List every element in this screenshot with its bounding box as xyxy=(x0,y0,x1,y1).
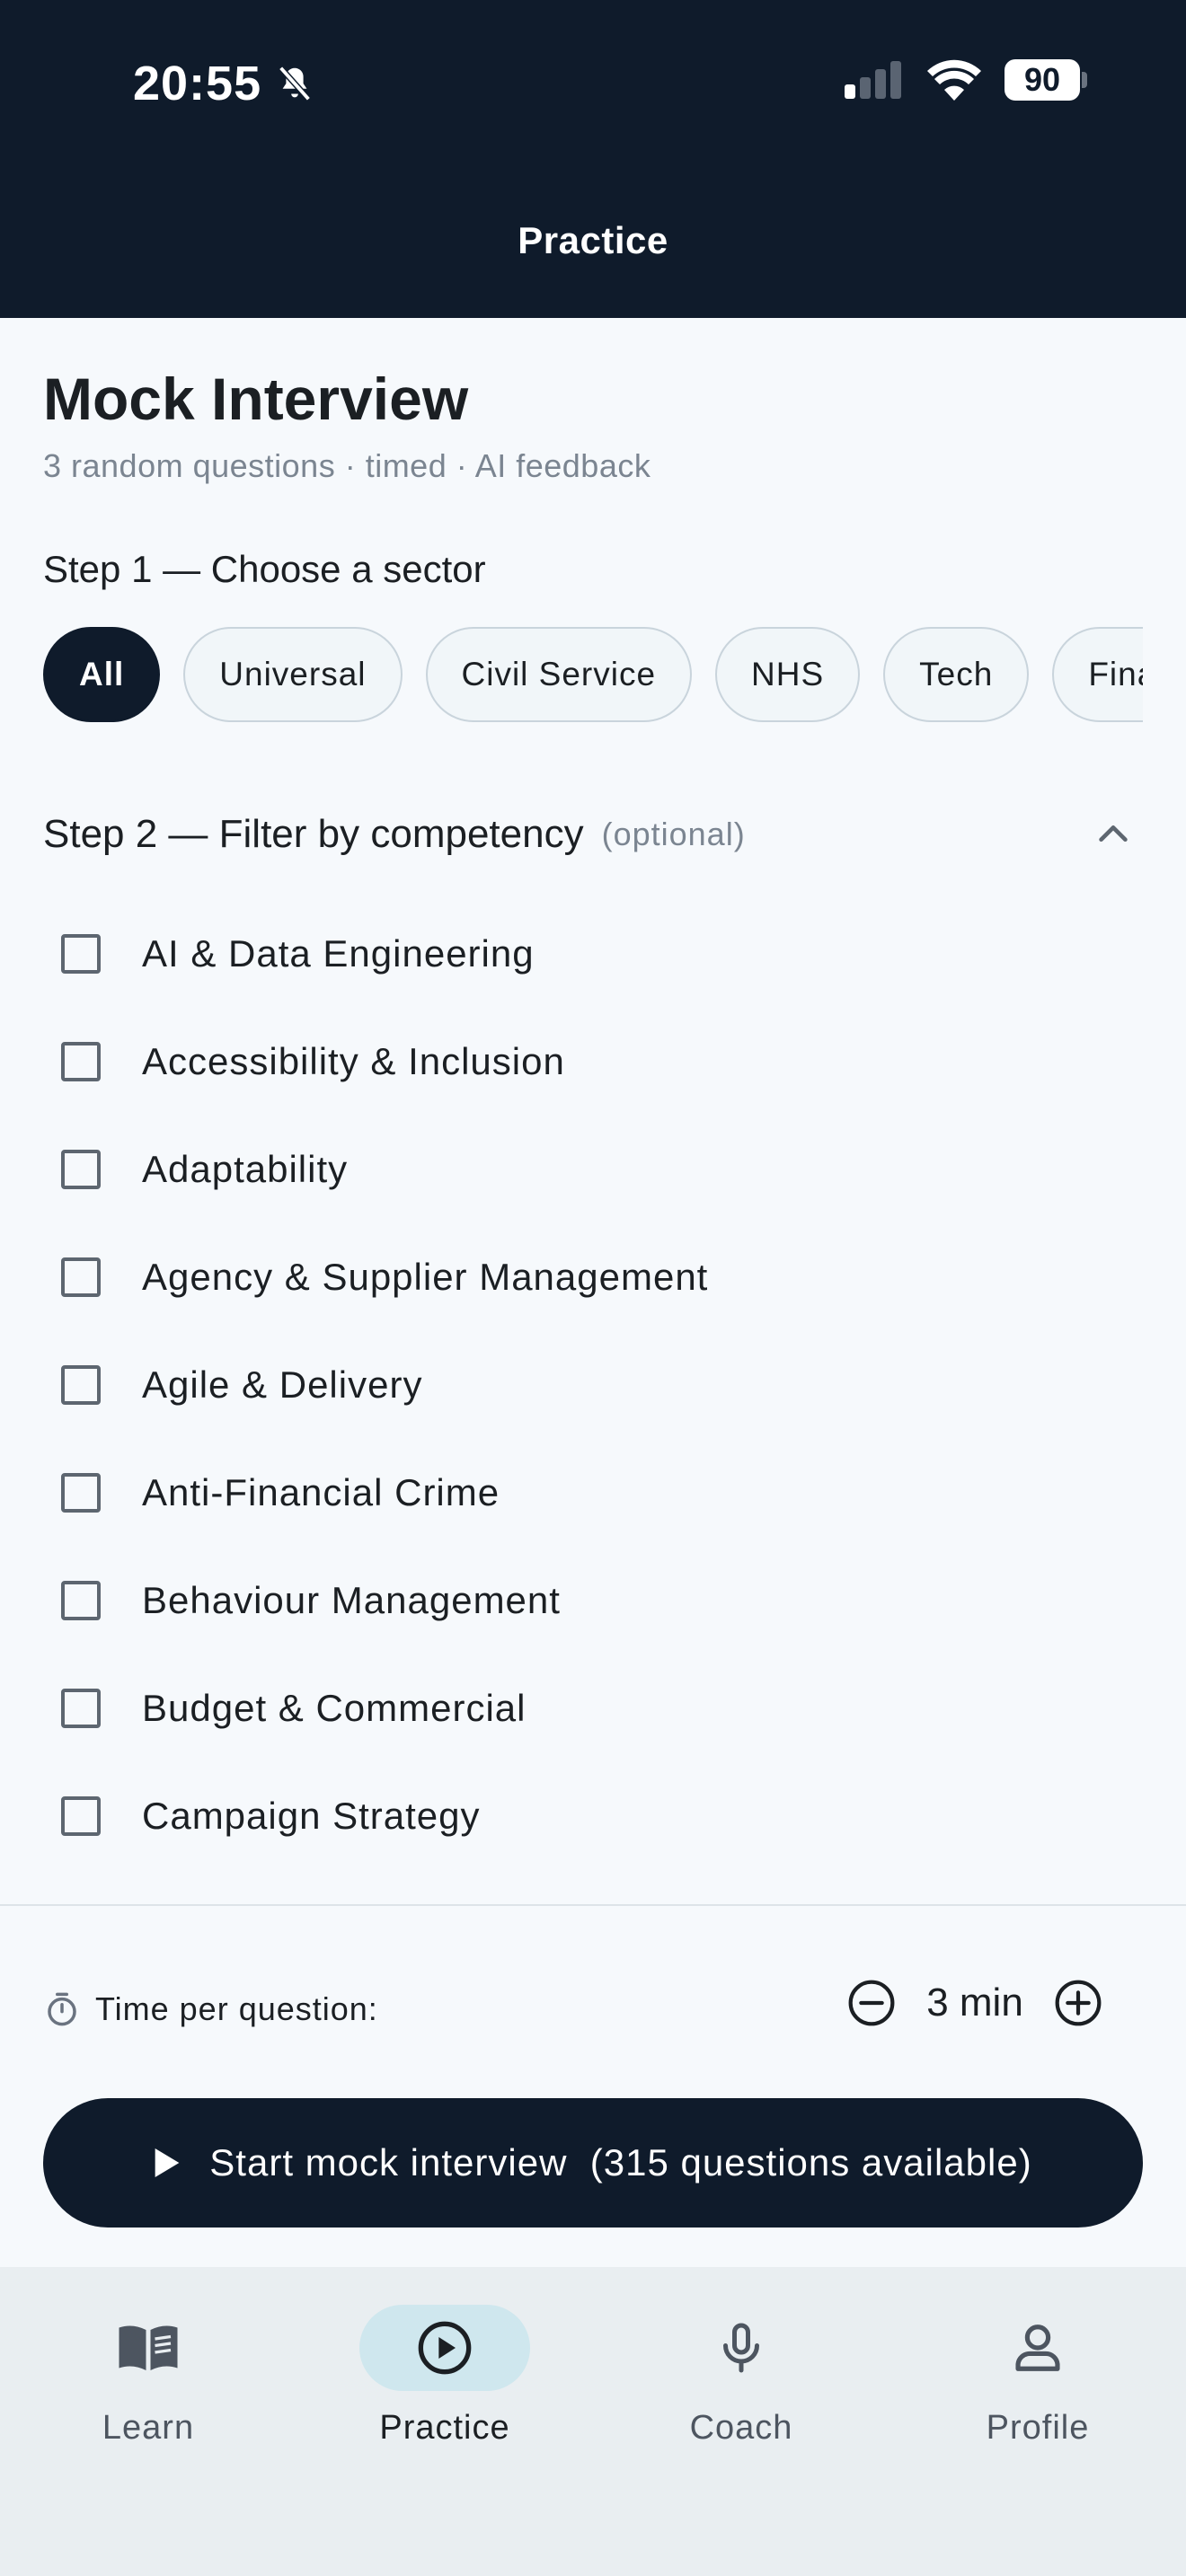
wifi-icon xyxy=(927,59,981,101)
microphone-icon xyxy=(723,2323,759,2373)
page-header-title: Practice xyxy=(518,219,668,261)
time-per-question-row: Time per question: 3 min xyxy=(43,1969,1143,2050)
nav-label-profile: Profile xyxy=(986,2409,1090,2447)
competency-label: AI & Data Engineering xyxy=(142,932,535,975)
checkbox[interactable] xyxy=(61,1257,101,1297)
nav-label-practice: Practice xyxy=(379,2409,510,2447)
nav-icon-container xyxy=(63,2305,234,2391)
competency-item[interactable]: Accessibility & Inclusion xyxy=(43,1008,1143,1116)
competency-item[interactable]: Campaign Strategy xyxy=(43,1762,1143,1870)
checkbox[interactable] xyxy=(61,1689,101,1728)
person-icon xyxy=(1015,2325,1060,2371)
competency-item[interactable]: AI & Data Engineering xyxy=(43,900,1143,1008)
book-icon xyxy=(119,2325,178,2370)
competency-label: Agency & Supplier Management xyxy=(142,1256,709,1298)
competency-label: Budget & Commercial xyxy=(142,1687,527,1729)
sector-chip-finance[interactable]: Fina xyxy=(1052,627,1143,722)
nav-icon-container xyxy=(952,2305,1123,2391)
competency-item[interactable]: Behaviour Management xyxy=(43,1547,1143,1654)
step1-label: Step 1 — Choose a sector xyxy=(43,548,486,590)
battery-level: 90 xyxy=(1005,59,1080,101)
status-bar-time: 20:55 xyxy=(133,56,315,111)
bell-muted-icon xyxy=(279,66,311,101)
competency-label: Behaviour Management xyxy=(142,1579,561,1621)
competency-item[interactable]: Agency & Supplier Management xyxy=(43,1223,1143,1331)
chevron-up-icon[interactable] xyxy=(1093,814,1134,855)
play-circle-icon xyxy=(418,2321,472,2375)
status-bar-right: 90 xyxy=(843,59,1087,101)
time-stepper: 3 min xyxy=(845,1976,1105,2030)
stopwatch-icon xyxy=(48,1992,76,2026)
sector-chip-row[interactable]: All Universal Civil Service NHS Tech Fin… xyxy=(43,625,1143,724)
competency-label: Accessibility & Inclusion xyxy=(142,1040,565,1082)
nav-label-coach: Coach xyxy=(689,2409,793,2447)
checkbox[interactable] xyxy=(61,1365,101,1405)
checkbox[interactable] xyxy=(61,934,101,974)
app-header: 20:55 90 Practice xyxy=(0,0,1186,318)
competency-item-partial[interactable] xyxy=(43,1870,1143,1904)
competency-list: AI & Data Engineering Accessibility & In… xyxy=(43,900,1143,1904)
step2-optional-tag: (optional) xyxy=(601,816,746,852)
competency-label: Campaign Strategy xyxy=(142,1795,481,1837)
main-content[interactable]: Mock Interview 3 random questions · time… xyxy=(0,318,1186,1904)
time-per-question-label: Time per question: xyxy=(95,1990,378,2027)
start-mock-interview-button[interactable]: Start mock interview (315 questions avai… xyxy=(43,2098,1143,2228)
checkbox[interactable] xyxy=(61,1150,101,1189)
increase-time-button[interactable] xyxy=(1051,1976,1105,2030)
battery-tip xyxy=(1082,72,1087,88)
decrease-time-button[interactable] xyxy=(845,1976,898,2030)
signal-icon xyxy=(845,61,901,99)
competency-label: Agile & Delivery xyxy=(142,1363,423,1406)
checkbox[interactable] xyxy=(61,1581,101,1620)
competency-item[interactable]: Agile & Delivery xyxy=(43,1331,1143,1439)
nav-item-practice[interactable]: Practice xyxy=(328,2305,562,2484)
nav-item-learn[interactable]: Learn xyxy=(31,2305,265,2484)
plus-circle-icon xyxy=(1055,1980,1102,2026)
competency-item[interactable]: Adaptability xyxy=(43,1116,1143,1223)
clock-text: 20:55 xyxy=(133,57,262,110)
competency-label: Anti-Financial Crime xyxy=(142,1471,500,1513)
bottom-navigation: Learn Practice Coach Profile xyxy=(0,2267,1186,2576)
checkbox[interactable] xyxy=(61,1796,101,1836)
sector-chip-universal[interactable]: Universal xyxy=(183,627,403,722)
battery-indicator: 90 xyxy=(1005,59,1087,101)
nav-icon-container xyxy=(359,2305,530,2391)
page-subtitle: 3 random questions · timed · AI feedback xyxy=(43,447,651,484)
nav-label-learn: Learn xyxy=(102,2409,195,2447)
bottom-action-panel: Time per question: 3 min Start mock inte… xyxy=(0,1904,1186,2267)
nav-item-profile[interactable]: Profile xyxy=(921,2305,1155,2484)
start-button-label: Start mock interview (315 questions avai… xyxy=(209,2141,1032,2183)
page-title: Mock Interview xyxy=(43,366,469,432)
sector-chip-tech[interactable]: Tech xyxy=(883,627,1030,722)
checkbox[interactable] xyxy=(61,1473,101,1513)
time-value: 3 min xyxy=(926,1981,1023,2025)
step2-label: Step 2 — Filter by competency xyxy=(43,812,584,856)
checkbox[interactable] xyxy=(61,1042,101,1081)
nav-icon-container xyxy=(656,2305,827,2391)
competency-item[interactable]: Budget & Commercial xyxy=(43,1654,1143,1762)
nav-item-coach[interactable]: Coach xyxy=(624,2305,858,2484)
competency-item[interactable]: Anti-Financial Crime xyxy=(43,1439,1143,1547)
sector-chip-nhs[interactable]: NHS xyxy=(715,627,861,722)
minus-circle-icon xyxy=(848,1980,895,2026)
sector-chip-all[interactable]: All xyxy=(43,627,161,722)
play-icon xyxy=(155,2148,180,2177)
sector-chip-civil-service[interactable]: Civil Service xyxy=(425,627,693,722)
competency-filter-header[interactable]: Step 2 — Filter by competency (optional) xyxy=(43,803,1143,866)
competency-label: Adaptability xyxy=(142,1148,349,1190)
